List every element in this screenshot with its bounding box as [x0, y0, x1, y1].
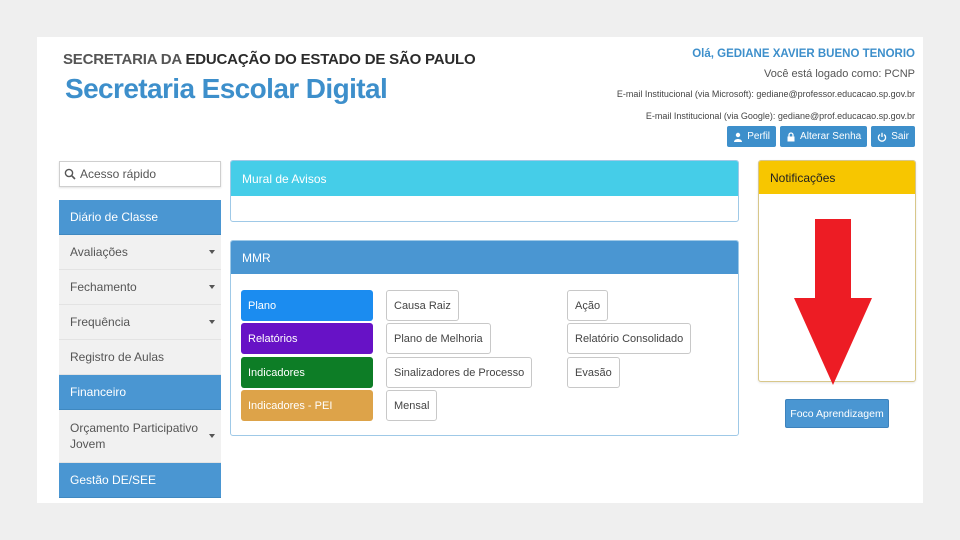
- acao-button[interactable]: Ação: [567, 290, 609, 321]
- user-info: Olá, GEDIANE XAVIER BUENO TENORIO Você e…: [617, 47, 915, 122]
- red-down-arrow-icon: [794, 219, 872, 385]
- sidebar-item-fechamento[interactable]: Fechamento: [59, 270, 221, 305]
- page-frame: SECRETARIA DA EDUCAÇÃO DO ESTADO DE SÃO …: [37, 37, 923, 503]
- relatorios-button[interactable]: Relatórios: [241, 323, 373, 354]
- app-title: Secretaria Escolar Digital: [65, 73, 388, 104]
- mensal-button[interactable]: Mensal: [386, 390, 438, 421]
- user-role: Você está logado como: PCNP: [763, 68, 915, 80]
- mmr-panel-title: MMR: [231, 241, 738, 274]
- evasao-button[interactable]: Evasão: [567, 357, 620, 388]
- quick-search: [59, 161, 221, 187]
- sidebar-item-label: Fechamento: [70, 280, 137, 294]
- notifications-title: Notificações: [759, 161, 915, 194]
- user-actions: Perfil Alterar Senha Sair: [727, 126, 915, 147]
- sidebar-item-orcamento-participativo[interactable]: Orçamento Participativo Jovem: [59, 410, 221, 463]
- sidebar-item-avaliacoes[interactable]: Avaliações: [59, 235, 221, 270]
- sidebar-item-diario-de-classe[interactable]: Diário de Classe: [59, 200, 221, 235]
- caret-down-icon: [209, 285, 215, 289]
- email-google: E-mail Institucional (via Google): gedia…: [645, 111, 915, 121]
- user-greeting: Olá, GEDIANE XAVIER BUENO TENORIO: [692, 48, 915, 60]
- profile-button[interactable]: Perfil: [727, 126, 777, 147]
- causa-raiz-button[interactable]: Causa Raiz: [386, 290, 459, 321]
- lock-icon: [787, 131, 795, 141]
- sidebar-item-label: Registro de Aulas: [70, 350, 165, 364]
- change-password-button[interactable]: Alterar Senha: [780, 126, 868, 147]
- mural-panel-title: Mural de Avisos: [231, 161, 738, 196]
- org-title: SECRETARIA DA EDUCAÇÃO DO ESTADO DE SÃO …: [63, 51, 476, 68]
- relatorio-consolidado-button[interactable]: Relatório Consolidado: [567, 323, 692, 354]
- power-icon: [877, 132, 887, 142]
- sidebar-item-gestao-de-see[interactable]: Gestão DE/SEE: [59, 463, 221, 498]
- foco-aprendizagem-button[interactable]: Foco Aprendizagem: [785, 399, 889, 428]
- logout-button[interactable]: Sair: [871, 126, 915, 147]
- logout-label: Sair: [891, 131, 909, 142]
- sidebar-item-label: Diário de Classe: [70, 210, 159, 224]
- email-microsoft: E-mail Institucional (via Microsoft): ge…: [616, 89, 915, 99]
- sidebar-item-financeiro[interactable]: Financeiro: [59, 375, 221, 410]
- caret-down-icon: [209, 434, 215, 438]
- profile-button-label: Perfil: [747, 131, 771, 142]
- indicadores-pei-button[interactable]: Indicadores - PEI: [241, 390, 373, 421]
- sidebar-item-label: Frequência: [70, 315, 131, 329]
- mmr-panel: MMR Plano Relatórios Indicadores Indicad…: [230, 240, 739, 436]
- indicadores-button[interactable]: Indicadores: [241, 357, 373, 388]
- mural-panel: Mural de Avisos: [230, 160, 739, 222]
- sinalizadores-de-processo-button[interactable]: Sinalizadores de Processo: [386, 357, 533, 388]
- sidebar-item-label: Gestão DE/SEE: [70, 473, 157, 487]
- search-icon: [64, 168, 76, 180]
- plano-button[interactable]: Plano: [241, 290, 373, 321]
- caret-down-icon: [209, 250, 215, 254]
- change-password-label: Alterar Senha: [800, 131, 862, 142]
- sidebar-item-frequencia[interactable]: Frequência: [59, 305, 221, 340]
- org-title-strong: EDUCAÇÃO DO ESTADO DE SÃO PAULO: [185, 51, 476, 68]
- org-title-prefix: SECRETARIA DA: [63, 51, 182, 68]
- sidebar-menu: Diário de Classe Avaliações Fechamento F…: [59, 200, 221, 498]
- caret-down-icon: [209, 320, 215, 324]
- plano-de-melhoria-button[interactable]: Plano de Melhoria: [386, 323, 491, 354]
- user-icon: [734, 132, 743, 142]
- search-input[interactable]: [80, 167, 220, 181]
- sidebar-item-registro-de-aulas[interactable]: Registro de Aulas: [59, 340, 221, 375]
- sidebar-item-label: Avaliações: [70, 245, 128, 259]
- sidebar-item-label: Financeiro: [70, 385, 127, 399]
- sidebar-item-label: Orçamento Participativo Jovem: [70, 421, 199, 451]
